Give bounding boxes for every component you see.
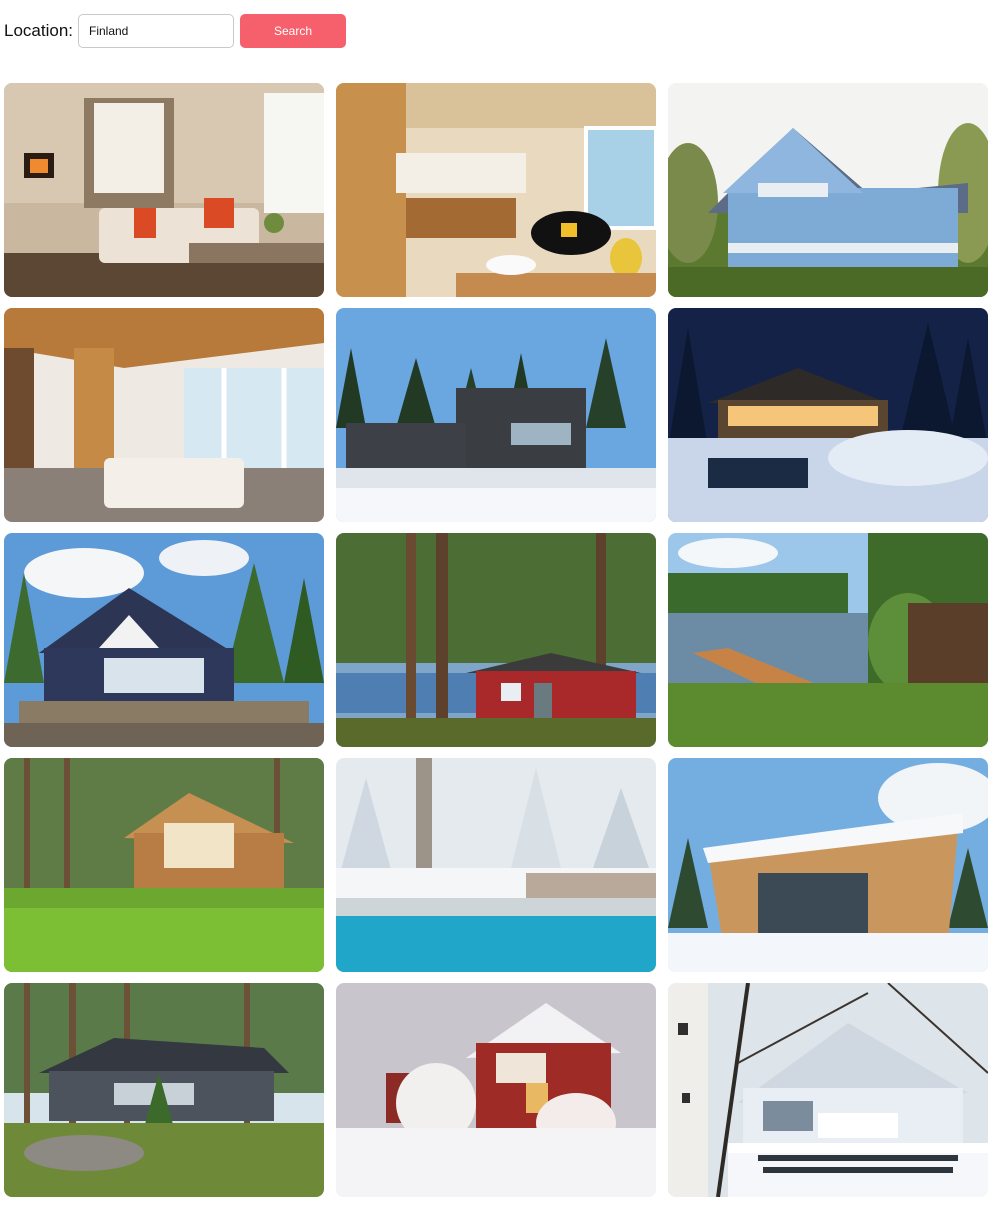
listing-card[interactable]: [4, 308, 324, 522]
listing-photo: [336, 983, 656, 1197]
listing-card[interactable]: [668, 758, 988, 972]
listing-photo: [336, 83, 656, 297]
listing-photo: [668, 533, 988, 747]
listing-card[interactable]: [336, 533, 656, 747]
listing-card[interactable]: [336, 758, 656, 972]
listing-card[interactable]: [668, 983, 988, 1197]
listing-photo: [336, 533, 656, 747]
listing-photo: [668, 83, 988, 297]
listing-card[interactable]: [4, 533, 324, 747]
listing-card[interactable]: [668, 308, 988, 522]
listing-card[interactable]: [336, 308, 656, 522]
listing-card[interactable]: [336, 983, 656, 1197]
listing-grid: [4, 83, 988, 1197]
search-button[interactable]: Search: [240, 14, 346, 48]
listing-card[interactable]: [668, 533, 988, 747]
listing-photo: [668, 983, 988, 1197]
listing-photo: [4, 533, 324, 747]
listing-photo: [4, 758, 324, 972]
search-bar: Location: Search: [4, 13, 346, 49]
location-input[interactable]: [78, 14, 234, 48]
location-label: Location:: [4, 21, 73, 40]
listing-card[interactable]: [336, 83, 656, 297]
listing-photo: [336, 758, 656, 972]
listing-photo: [4, 83, 324, 297]
listing-card[interactable]: [4, 758, 324, 972]
listing-card[interactable]: [668, 83, 988, 297]
listing-photo: [336, 308, 656, 522]
listing-photo: [4, 983, 324, 1197]
listing-photo: [668, 308, 988, 522]
listing-photo: [4, 308, 324, 522]
listing-photo: [668, 758, 988, 972]
listing-card[interactable]: [4, 983, 324, 1197]
listing-card[interactable]: [4, 83, 324, 297]
